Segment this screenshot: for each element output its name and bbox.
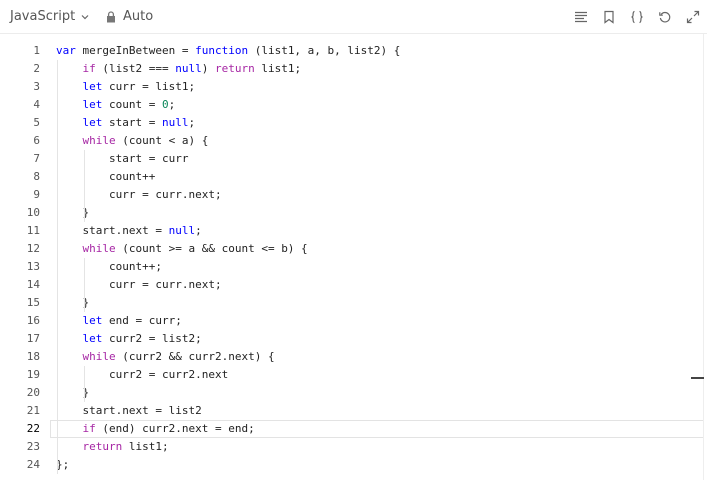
code-line[interactable]: 23 return list1; (0, 438, 703, 456)
indent-guide (83, 258, 85, 312)
code-text: curr2 = curr2.next (56, 368, 229, 381)
code-line[interactable]: 12 while (count >= a && count <= b) { (0, 240, 703, 258)
code-line[interactable]: 22 if (end) curr2.next = end; (0, 420, 703, 438)
line-number: 4 (33, 98, 40, 111)
code-text: while (count >= a && count <= b) { (82, 242, 308, 255)
code-text: let start = null; (82, 116, 196, 129)
editor-toolbar: JavaScript Auto (0, 0, 707, 34)
language-label: JavaScript (10, 9, 76, 24)
code-line[interactable]: 4 let count = 0; (0, 96, 703, 114)
line-number: 7 (33, 152, 40, 165)
expand-button[interactable] (679, 7, 707, 27)
bookmark-button[interactable] (595, 7, 623, 27)
code-line[interactable]: 16 let end = curr; (0, 312, 703, 330)
code-line[interactable]: 19 curr2 = curr2.next (0, 366, 703, 384)
line-number: 13 (26, 260, 40, 273)
code-text: count++; (56, 260, 162, 273)
code-text: while (count < a) { (82, 134, 209, 147)
code-text: start = curr (56, 152, 189, 165)
line-number: 6 (33, 134, 40, 147)
braces-icon (631, 10, 643, 24)
code-line[interactable]: 21 start.next = list2 (0, 402, 703, 420)
lock-icon (107, 10, 115, 22)
line-number: 16 (26, 314, 40, 327)
line-number: 8 (33, 170, 40, 183)
code-text: count++ (56, 170, 156, 183)
code-line[interactable]: 18 while (curr2 && curr2.next) { (0, 348, 703, 366)
format-icon (575, 11, 587, 23)
code-text: while (curr2 && curr2.next) { (82, 350, 275, 363)
format-button[interactable] (567, 7, 595, 27)
code-line[interactable]: 9 curr = curr.next; (0, 186, 703, 204)
line-number: 17 (26, 332, 40, 345)
code-line[interactable]: 14 curr = curr.next; (0, 276, 703, 294)
line-number: 2 (33, 62, 40, 75)
line-number: 18 (26, 350, 40, 363)
code-text: let end = curr; (82, 314, 182, 327)
indent-guide (83, 366, 85, 402)
code-text: start.next = null; (56, 224, 202, 237)
code-line[interactable]: 3 let curr = list1; (0, 78, 703, 96)
indent-guide (57, 60, 58, 474)
mode-indicator[interactable]: Auto (106, 9, 153, 24)
code-text: start.next = list2 (56, 404, 202, 417)
code-line[interactable]: 17 let curr2 = list2; (0, 330, 703, 348)
code-text: var mergeInBetween = function (list1, a,… (56, 44, 401, 57)
reset-icon (659, 11, 671, 23)
code-editor[interactable]: 1 var mergeInBetween = function (list1, a… (0, 34, 707, 480)
code-line[interactable]: 24}; (0, 456, 703, 474)
toolbar-actions (567, 7, 707, 27)
code-line[interactable]: 8 count++ (0, 168, 703, 186)
braces-button[interactable] (623, 7, 651, 27)
code-line[interactable]: 13 count++; (0, 258, 703, 276)
code-text: if (list2 === null) return list1; (82, 62, 302, 75)
line-number: 11 (26, 224, 40, 237)
code-text: let curr2 = list2; (82, 332, 202, 345)
line-number: 1 (33, 44, 40, 57)
line-number: 9 (33, 188, 40, 201)
line-number: 5 (33, 116, 40, 129)
expand-icon (686, 10, 700, 24)
code-line[interactable]: 7 start = curr (0, 150, 703, 168)
scrollbar-marker (691, 377, 704, 379)
line-number: 24 (26, 458, 40, 471)
language-selector[interactable]: JavaScript (10, 9, 89, 24)
code-line[interactable]: 2 if (list2 === null) return list1; (0, 60, 703, 78)
code-text: let curr = list1; (82, 80, 196, 93)
code-line[interactable]: 15 } (0, 294, 703, 312)
code-line[interactable]: 20 } (0, 384, 703, 402)
line-number: 22 (26, 422, 40, 435)
code-text: let count = 0; (82, 98, 176, 111)
vertical-scrollbar[interactable] (703, 34, 704, 480)
line-number: 3 (33, 80, 40, 93)
reset-button[interactable] (651, 7, 679, 27)
code-line[interactable]: 1 var mergeInBetween = function (list1, a… (0, 42, 703, 60)
line-number: 10 (26, 206, 40, 219)
line-number: 15 (26, 296, 40, 309)
mode-label: Auto (123, 9, 154, 24)
code-text: curr = curr.next; (56, 278, 222, 291)
line-number: 23 (26, 440, 40, 453)
line-number: 14 (26, 278, 40, 291)
code-text: curr = curr.next; (56, 188, 222, 201)
code-line[interactable]: 5 let start = null; (0, 114, 703, 132)
line-number: 12 (26, 242, 40, 255)
code-text: if (end) curr2.next = end; (82, 422, 255, 435)
code-line[interactable]: 10 } (0, 204, 703, 222)
indent-guide (83, 150, 85, 222)
line-number: 19 (26, 368, 40, 381)
code-line[interactable]: 6 while (count < a) { (0, 132, 703, 150)
chevron-down-icon (81, 14, 89, 19)
line-number: 21 (26, 404, 40, 417)
bookmark-icon (604, 10, 614, 24)
line-number: 20 (26, 386, 40, 399)
code-text: return list1; (82, 440, 169, 453)
code-line[interactable]: 11 start.next = null; (0, 222, 703, 240)
